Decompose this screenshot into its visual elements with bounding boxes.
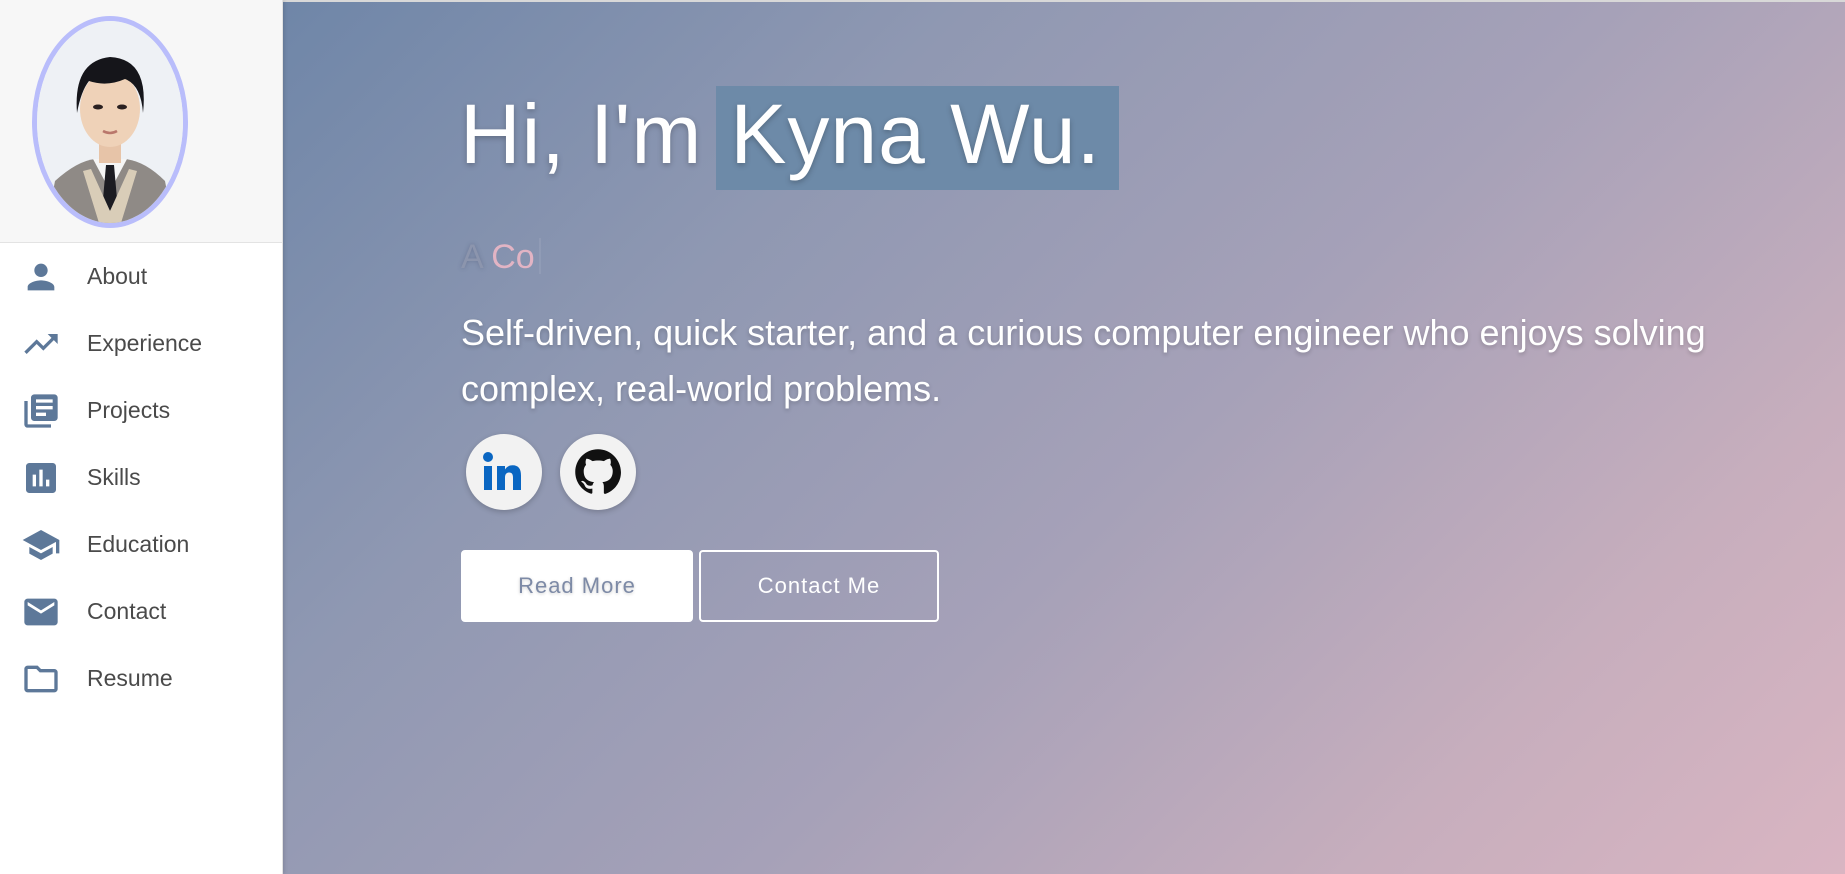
school-icon bbox=[20, 525, 62, 565]
hero-buttons: Read More Contact Me bbox=[461, 550, 939, 622]
sidebar-item-projects[interactable]: Projects bbox=[0, 377, 282, 444]
typed-text: Co bbox=[491, 238, 535, 276]
read-more-button[interactable]: Read More bbox=[461, 550, 693, 622]
hero-description: Self-driven, quick starter, and a curiou… bbox=[461, 312, 1706, 409]
typing-cursor bbox=[538, 238, 541, 274]
sidebar-header bbox=[0, 0, 282, 243]
sidebar-item-contact[interactable]: Contact bbox=[0, 578, 282, 645]
folder-icon bbox=[20, 659, 62, 699]
hero-greeting: Hi, I'm bbox=[460, 87, 703, 181]
sidebar-item-resume[interactable]: Resume bbox=[0, 645, 282, 712]
social-links bbox=[466, 434, 636, 510]
hero-section: Hi, I'm Kyna Wu. A Co Self-driven, quick … bbox=[282, 0, 1845, 874]
contact-me-button[interactable]: Contact Me bbox=[699, 550, 939, 622]
github-icon bbox=[575, 449, 621, 494]
sidebar-item-label: Experience bbox=[87, 330, 203, 356]
sidebar-item-education[interactable]: Education bbox=[0, 511, 282, 578]
sidebar-item-label: About bbox=[87, 263, 148, 289]
library-books-icon bbox=[20, 391, 62, 431]
hero-title: Hi, I'm Kyna Wu. bbox=[460, 86, 1119, 190]
hero-name-highlight: Kyna Wu. bbox=[716, 86, 1119, 190]
sidebar-item-label: Education bbox=[87, 531, 190, 557]
avatar[interactable] bbox=[32, 16, 188, 228]
sidebar-item-label: Contact bbox=[87, 598, 167, 624]
github-button[interactable] bbox=[560, 434, 636, 510]
sidebar-item-label: Projects bbox=[87, 397, 171, 423]
sidebar-item-label: Skills bbox=[87, 464, 141, 490]
bar-chart-icon bbox=[20, 458, 62, 498]
typed-subtitle: A Co bbox=[461, 238, 541, 277]
sidebar-item-label: Resume bbox=[87, 665, 173, 691]
linkedin-icon bbox=[483, 452, 521, 490]
sidebar-nav: About Experience Projects Skills Educati… bbox=[0, 243, 282, 712]
linkedin-button[interactable] bbox=[466, 434, 542, 510]
person-icon bbox=[20, 257, 62, 297]
sidebar: About Experience Projects Skills Educati… bbox=[0, 0, 283, 874]
sidebar-item-skills[interactable]: Skills bbox=[0, 444, 282, 511]
avatar-portrait bbox=[37, 21, 183, 223]
sidebar-item-about[interactable]: About bbox=[0, 243, 282, 310]
sidebar-item-experience[interactable]: Experience bbox=[0, 310, 282, 377]
trending-up-icon bbox=[20, 324, 62, 364]
typed-prefix: A bbox=[461, 238, 492, 276]
mail-icon bbox=[20, 592, 62, 632]
